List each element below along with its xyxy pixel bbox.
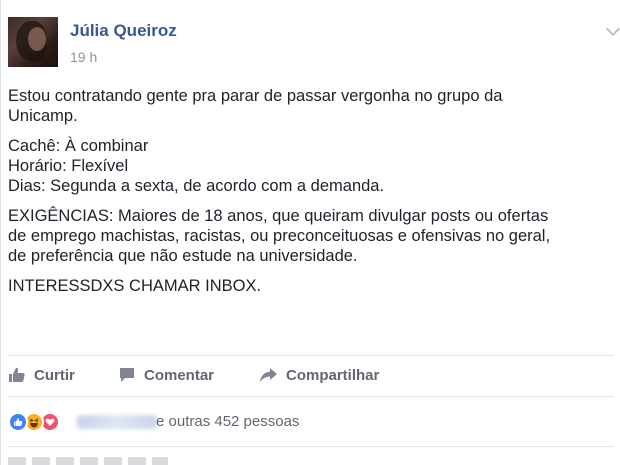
share-label: Compartilhar <box>286 366 380 384</box>
reactions-summary[interactable]: e outras 452 pessoas <box>8 410 614 434</box>
post-text-line: Unicamp. <box>8 107 78 125</box>
post-text-line: Estou contratando gente pra parar de pas… <box>8 87 503 105</box>
author-name[interactable]: Júlia Queiroz <box>70 21 177 41</box>
like-icon <box>8 412 28 432</box>
comment-preview-redacted <box>8 457 168 465</box>
post-text-line: de emprego machistas, racistas, ou preco… <box>8 227 551 245</box>
chevron-down-icon[interactable] <box>605 21 620 37</box>
divider <box>8 355 614 356</box>
share-arrow-icon <box>260 368 277 382</box>
like-label: Curtir <box>34 366 75 384</box>
divider <box>8 446 614 447</box>
comment-icon <box>120 368 134 382</box>
post-card: Júlia Queiroz 19 h Estou contratando gen… <box>0 0 620 465</box>
post-text-line: Cachê: À combinar <box>8 137 149 155</box>
post-body: Estou contratando gente pra parar de pas… <box>8 86 616 296</box>
post-text-line: Dias: Segunda a sexta, de acordo com a d… <box>8 177 385 195</box>
divider <box>8 396 614 397</box>
post-text-line: Horário: Flexível <box>8 157 129 175</box>
comment-button[interactable]: Comentar <box>118 366 214 384</box>
thumbs-up-icon <box>9 367 25 382</box>
author-avatar[interactable] <box>8 17 58 67</box>
post-text-line: INTERESSDXS CHAMAR INBOX. <box>8 277 262 295</box>
reaction-count[interactable]: e outras 452 pessoas <box>156 413 299 430</box>
comment-label: Comentar <box>144 366 215 384</box>
post-timestamp[interactable]: 19 h <box>70 49 97 65</box>
reactor-name-redacted <box>77 415 157 429</box>
share-button[interactable]: Compartilhar <box>259 366 379 384</box>
like-button[interactable]: Curtir <box>8 366 75 384</box>
post-text-line: EXIGÊNCIAS: Maiores de 18 anos, que quei… <box>8 207 549 225</box>
post-text-line: de preferência que não estude na univers… <box>8 247 358 265</box>
